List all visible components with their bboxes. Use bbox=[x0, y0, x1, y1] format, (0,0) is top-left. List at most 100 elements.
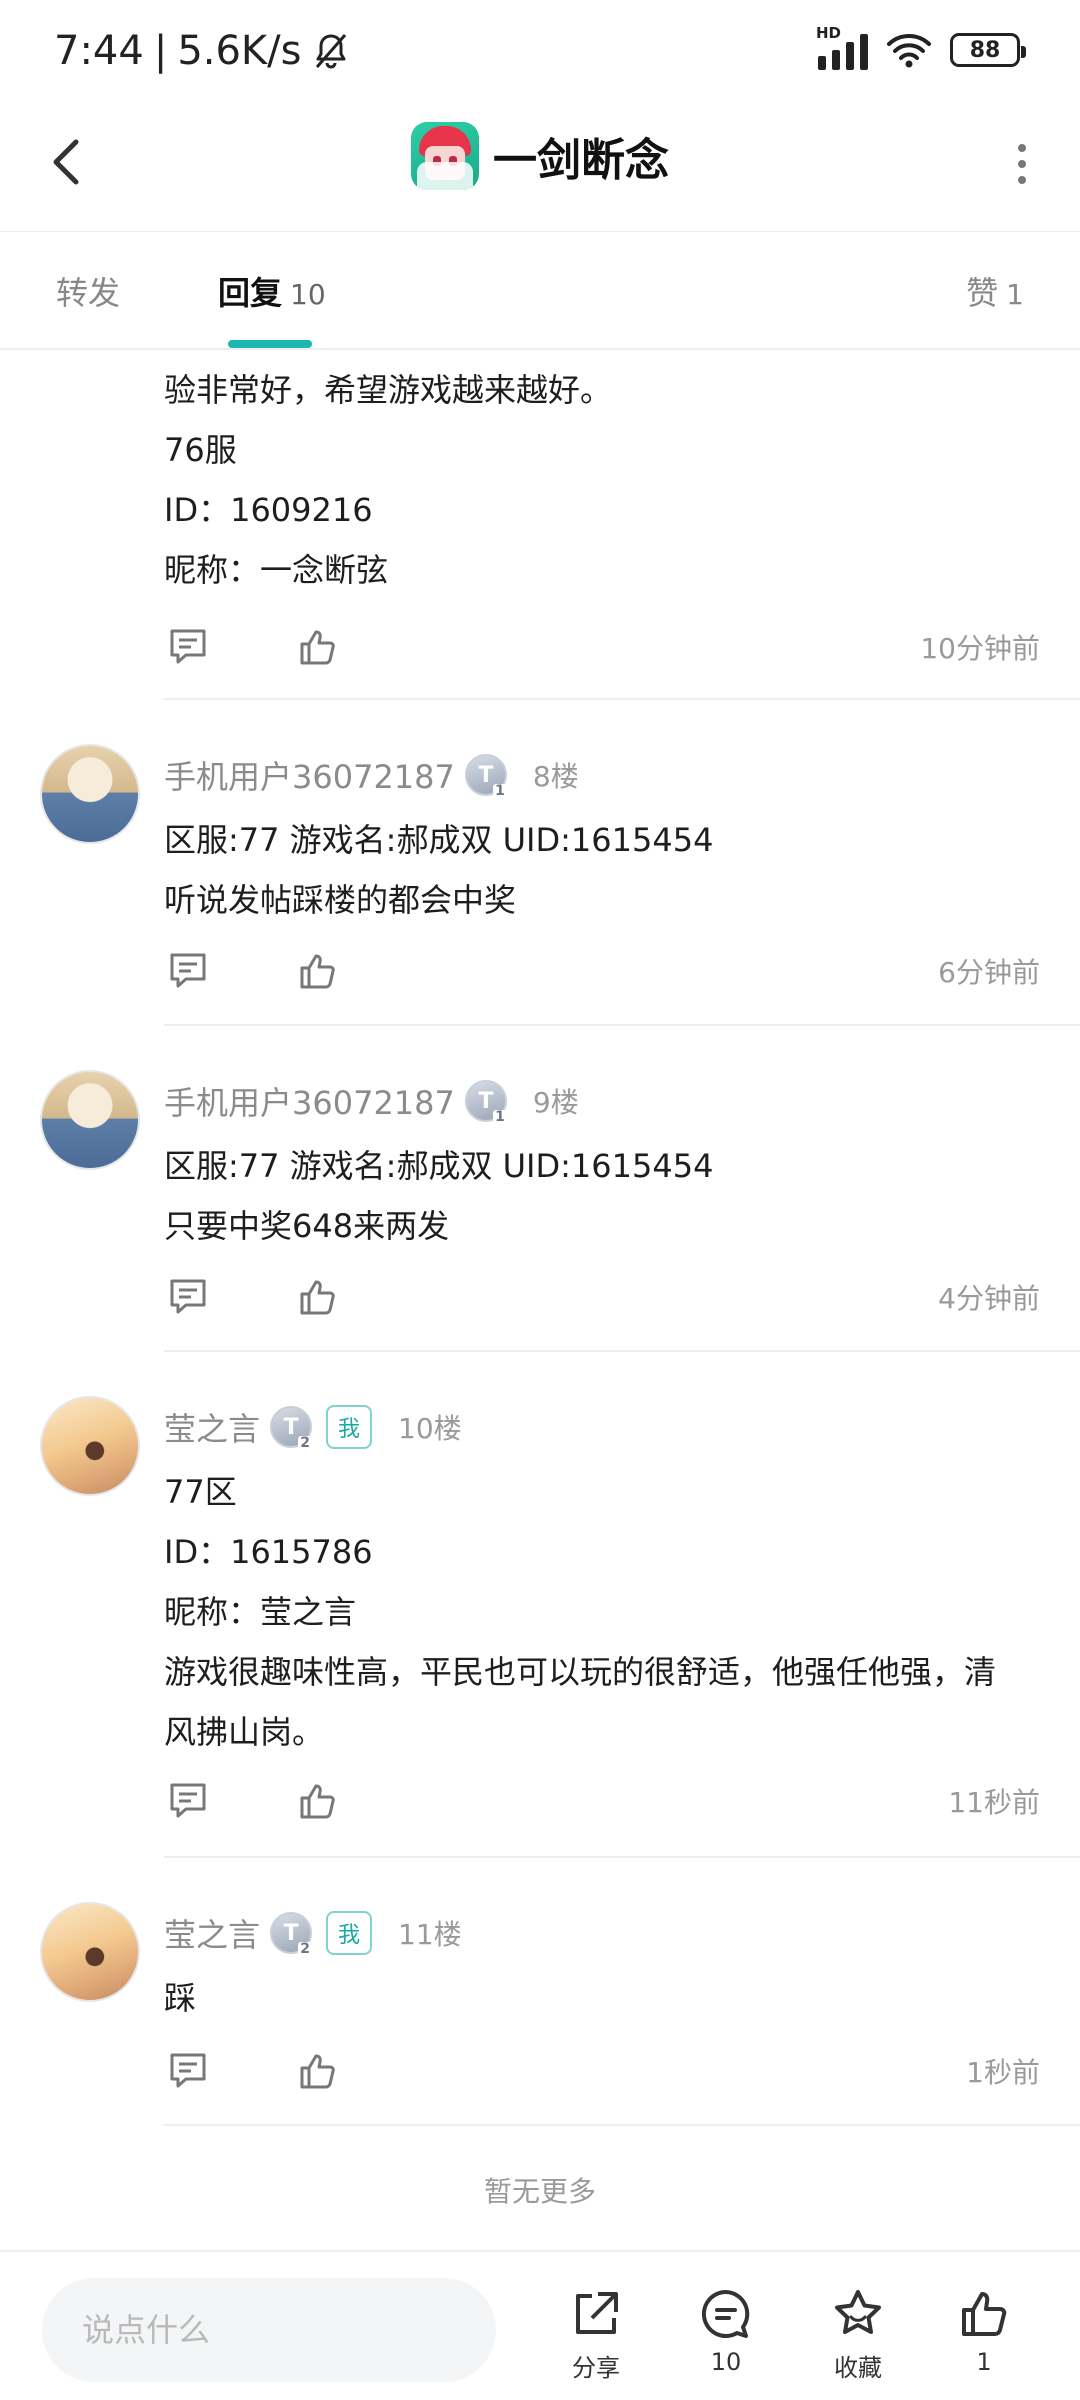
battery-icon: 88 bbox=[950, 33, 1026, 67]
floor-number: 10楼 bbox=[398, 1412, 462, 1445]
reply-item: 手机用户36072187 T1 8楼 区服:77 游戏名:郝成双 UID:161… bbox=[0, 700, 1080, 1026]
reply-item: 验非常好，希望游戏越来越好。 76服 ID：1609216 昵称：一念断弦 10… bbox=[0, 350, 1080, 700]
network-label: HD bbox=[816, 24, 842, 42]
avatar[interactable] bbox=[40, 1396, 140, 1496]
reply-meta: 手机用户36072187 T1 8楼 bbox=[164, 752, 579, 798]
reply-line: 验非常好，希望游戏越来越好。 bbox=[164, 371, 613, 409]
reply-actions: 10分钟前 bbox=[164, 622, 1040, 672]
floor-number: 9楼 bbox=[532, 1086, 579, 1119]
tab-bar: 转发 回复 10 赞1 bbox=[0, 232, 1080, 350]
thumbs-up-icon bbox=[300, 954, 335, 989]
star-icon bbox=[835, 2290, 881, 2334]
vertical-dots-icon bbox=[1018, 144, 1026, 152]
tab-like-count: 1 bbox=[1006, 278, 1024, 311]
title-bar: 一剑断念 bbox=[0, 100, 1080, 232]
comment-button[interactable] bbox=[164, 2047, 212, 2095]
reply-actions: 11秒前 bbox=[164, 1776, 1040, 1826]
comment-button[interactable] bbox=[164, 1273, 212, 1321]
like-button[interactable] bbox=[294, 1273, 342, 1321]
status-right: HD 88 bbox=[816, 24, 1026, 70]
share-label: 分享 bbox=[572, 2354, 620, 2382]
reply-line: 区服:77 游戏名:郝成双 UID:1615454 bbox=[164, 1147, 714, 1185]
reply-time: 4分钟前 bbox=[938, 1282, 1040, 1315]
comment-icon bbox=[170, 1783, 206, 1818]
thumbs-up-icon bbox=[300, 1280, 335, 1315]
reply-item: 莹之言 T2 我 11楼 踩 1秒前 bbox=[0, 1858, 1080, 2126]
avatar[interactable] bbox=[40, 744, 140, 844]
share-icon bbox=[576, 2292, 618, 2334]
more-options-button[interactable] bbox=[994, 136, 1050, 192]
comment-count: 10 bbox=[710, 2348, 742, 2376]
favorite-button[interactable]: 收藏 bbox=[808, 2286, 908, 2383]
reply-time: 6分钟前 bbox=[938, 956, 1040, 989]
comments-button[interactable]: 10 bbox=[676, 2286, 776, 2376]
reply-content: 区服:77 游戏名:郝成双 UID:1615454 只要中奖648来两发 bbox=[164, 1136, 1024, 1256]
avatar[interactable] bbox=[40, 1070, 140, 1170]
floor-number: 11楼 bbox=[398, 1918, 462, 1951]
no-more-indicator: 暂无更多 bbox=[483, 2175, 596, 2208]
tab-forward-label: 转发 bbox=[56, 274, 121, 312]
comment-input[interactable] bbox=[42, 2278, 496, 2382]
thumbs-up-icon bbox=[300, 630, 335, 665]
level-badge: T2 bbox=[270, 1912, 313, 1956]
reply-line: 只要中奖648来两发 bbox=[164, 1207, 450, 1245]
me-badge: 我 bbox=[326, 1405, 373, 1449]
tab-forward[interactable]: 转发 bbox=[56, 268, 120, 314]
favorite-label: 收藏 bbox=[834, 2354, 882, 2382]
reply-meta: 莹之言 T2 我 10楼 bbox=[164, 1404, 462, 1450]
reply-line: ID：1609216 bbox=[164, 491, 373, 529]
game-app-icon bbox=[411, 122, 479, 190]
reply-line: 77区 bbox=[164, 1473, 237, 1511]
reply-list[interactable]: 验非常好，希望游戏越来越好。 76服 ID：1609216 昵称：一念断弦 10… bbox=[0, 350, 1080, 2250]
reply-line: 游戏很趣味性高，平民也可以玩的很舒适，他强任他强，清 bbox=[164, 1653, 997, 1691]
wifi-icon bbox=[886, 30, 932, 70]
active-tab-indicator bbox=[228, 340, 312, 348]
signal-icon: HD bbox=[816, 24, 868, 70]
comment-icon bbox=[170, 953, 206, 988]
comment-button[interactable] bbox=[164, 1777, 212, 1825]
status-separator: | bbox=[153, 28, 168, 74]
battery-level: 88 bbox=[969, 37, 1001, 63]
status-speed: 5.6K/s bbox=[177, 28, 302, 74]
comment-button[interactable] bbox=[164, 947, 212, 995]
comment-bubble-icon bbox=[701, 2289, 750, 2338]
comment-button[interactable] bbox=[164, 623, 212, 671]
bottom-bar: 分享 10 收藏 1 bbox=[0, 2250, 1080, 2400]
floor-number: 8楼 bbox=[532, 760, 579, 793]
tab-like-label: 赞 bbox=[966, 274, 999, 312]
page-title: 一剑断念 bbox=[493, 135, 669, 186]
level-badge: T1 bbox=[464, 1080, 507, 1124]
like-button[interactable] bbox=[294, 2047, 342, 2095]
reply-actions: 6分钟前 bbox=[164, 946, 1040, 996]
tab-reply[interactable]: 回复 10 bbox=[218, 268, 326, 314]
reply-item: 手机用户36072187 T1 9楼 区服:77 游戏名:郝成双 UID:161… bbox=[0, 1026, 1080, 1352]
comment-icon bbox=[170, 2053, 206, 2088]
like-count: 1 bbox=[976, 2348, 992, 2376]
status-bar: 7:44 | 5.6K/s HD 88 bbox=[0, 0, 1080, 100]
reply-time: 1秒前 bbox=[966, 2056, 1040, 2089]
like-button[interactable] bbox=[294, 947, 342, 995]
username[interactable]: 手机用户36072187 bbox=[164, 1078, 455, 1124]
reply-actions: 1秒前 bbox=[164, 2046, 1040, 2096]
like-post-button[interactable]: 1 bbox=[934, 2286, 1034, 2376]
reply-content: 区服:77 游戏名:郝成双 UID:1615454 听说发帖踩楼的都会中奖 bbox=[164, 810, 1024, 930]
level-badge: T2 bbox=[270, 1406, 313, 1450]
reply-line: 昵称：莹之言 bbox=[164, 1593, 357, 1631]
reply-content: 77区 ID：1615786 昵称：莹之言 游戏很趣味性高，平民也可以玩的很舒适… bbox=[164, 1462, 1024, 1762]
reply-time: 10分钟前 bbox=[920, 632, 1040, 665]
tab-like[interactable]: 赞1 bbox=[966, 268, 1024, 314]
status-left: 7:44 | 5.6K/s bbox=[54, 28, 351, 74]
username[interactable]: 手机用户36072187 bbox=[164, 752, 455, 798]
username[interactable]: 莹之言 bbox=[164, 1404, 260, 1450]
comment-icon bbox=[170, 1279, 206, 1314]
comment-icon bbox=[170, 629, 206, 664]
like-button[interactable] bbox=[294, 623, 342, 671]
reply-line: 区服:77 游戏名:郝成双 UID:1615454 bbox=[164, 821, 714, 859]
like-button[interactable] bbox=[294, 1777, 342, 1825]
username[interactable]: 莹之言 bbox=[164, 1910, 260, 1956]
tab-reply-label: 回复 bbox=[218, 274, 283, 312]
reply-meta: 手机用户36072187 T1 9楼 bbox=[164, 1078, 579, 1124]
level-badge: T1 bbox=[464, 754, 507, 798]
avatar[interactable] bbox=[40, 1902, 140, 2002]
share-button[interactable]: 分享 bbox=[546, 2286, 646, 2383]
